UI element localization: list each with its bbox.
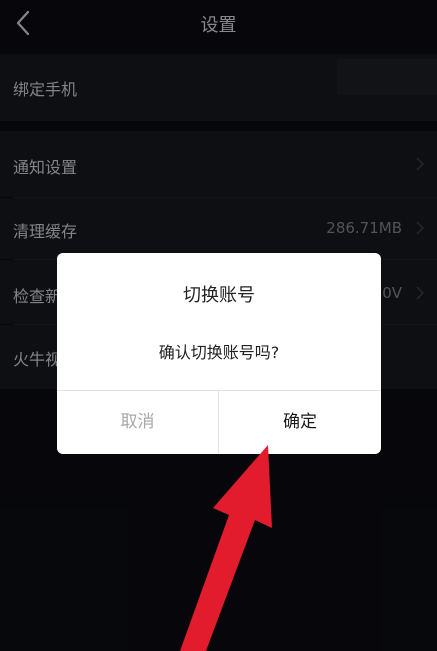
dialog-title: 切换账号: [183, 285, 255, 306]
switch-account-dialog: 切换账号 确认切换账号吗? 取消 确定: [57, 253, 381, 454]
cancel-button[interactable]: 取消: [57, 391, 218, 454]
dialog-message: 确认切换账号吗?: [158, 343, 280, 362]
confirm-button[interactable]: 确定: [219, 391, 381, 454]
